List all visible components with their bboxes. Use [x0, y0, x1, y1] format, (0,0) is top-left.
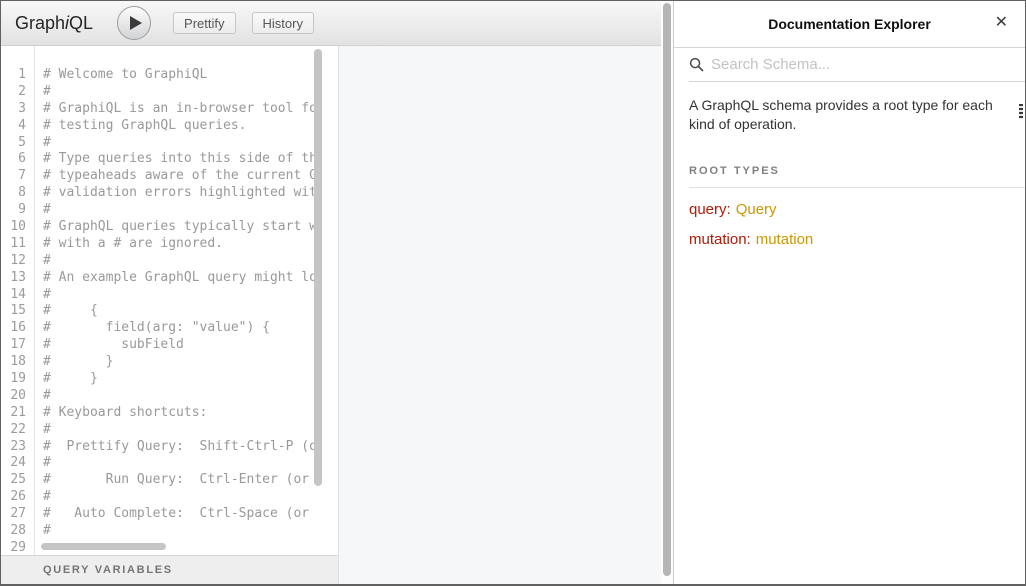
code-line[interactable]: # } — [43, 371, 338, 388]
code-line[interactable]: # — [43, 287, 338, 304]
line-number: 27 — [1, 506, 34, 523]
line-number: 25 — [1, 472, 34, 489]
editor-horizontal-scrollbar[interactable] — [41, 543, 166, 550]
graphiql-app: GraphiQL Prettify History 12345678910111… — [0, 0, 1026, 586]
line-number: 14 — [1, 287, 34, 304]
code-line[interactable]: # — [43, 523, 338, 540]
code-line[interactable]: # An example GraphQL query might lo — [43, 270, 338, 287]
line-number: 18 — [1, 354, 34, 371]
line-number: 17 — [1, 337, 34, 354]
logo-text: QL — [69, 13, 93, 33]
code-line[interactable]: # — [43, 202, 338, 219]
query-keyword-link[interactable]: query — [689, 201, 727, 218]
code-line[interactable]: # — [43, 388, 338, 405]
search-icon — [689, 57, 704, 72]
colon: : — [727, 201, 731, 218]
query-variables-label: QUERY VARIABLES — [43, 564, 173, 576]
code-line[interactable]: # testing GraphQL queries. — [43, 118, 338, 135]
doc-explorer-title: Documentation Explorer — [674, 16, 1025, 32]
line-number: 3 — [1, 101, 34, 118]
line-number: 16 — [1, 320, 34, 337]
code-line[interactable]: # Keyboard shortcuts: — [43, 405, 338, 422]
line-number: 7 — [1, 168, 34, 185]
line-number: 15 — [1, 303, 34, 320]
execute-query-button[interactable] — [117, 6, 151, 40]
prettify-button[interactable]: Prettify — [173, 12, 235, 34]
editor-vertical-scrollbar[interactable] — [314, 49, 322, 486]
code-line[interactable]: # GraphQL queries typically start w — [43, 219, 338, 236]
left-section: GraphiQL Prettify History 12345678910111… — [1, 1, 661, 584]
line-number: 22 — [1, 422, 34, 439]
code-line[interactable]: # Auto Complete: Ctrl-Space (or — [43, 506, 338, 523]
code-line[interactable]: # Prettify Query: Shift-Ctrl-P (o — [43, 439, 338, 456]
schema-description: A GraphQL schema provides a root type fo… — [689, 96, 1010, 134]
close-icon[interactable]: ✕ — [993, 13, 1010, 33]
code-line[interactable]: # typeaheads aware of the current G — [43, 168, 338, 185]
doc-scrollbar-thumb[interactable] — [1019, 104, 1023, 119]
query-variables-bar[interactable]: QUERY VARIABLES — [1, 555, 338, 584]
root-types-category-title: ROOT TYPES — [689, 155, 1025, 188]
code-line[interactable]: # Welcome to GraphiQL — [43, 67, 338, 84]
code-line[interactable]: # — [43, 84, 338, 101]
code-line[interactable]: # — [43, 422, 338, 439]
result-pane — [339, 46, 661, 584]
code-line[interactable]: # Type queries into this side of th — [43, 151, 338, 168]
line-number: 10 — [1, 219, 34, 236]
code-line[interactable]: # — [43, 489, 338, 506]
line-number: 4 — [1, 118, 34, 135]
line-number: 21 — [1, 405, 34, 422]
editor-area: 1234567891011121314151617181920212223242… — [1, 46, 661, 584]
line-number: 20 — [1, 388, 34, 405]
code-line[interactable]: # GraphiQL is an in-browser tool fo — [43, 101, 338, 118]
line-number: 11 — [1, 236, 34, 253]
line-number: 2 — [1, 84, 34, 101]
code-line[interactable]: # validation errors highlighted wit — [43, 185, 338, 202]
mutation-type-link[interactable]: mutation — [756, 231, 814, 248]
mutation-keyword-link[interactable]: mutation — [689, 231, 747, 248]
line-number: 13 — [1, 270, 34, 287]
code-line[interactable]: # } — [43, 354, 338, 371]
line-number-gutter: 1234567891011121314151617181920212223242… — [1, 46, 35, 555]
line-number: 1 — [1, 67, 34, 84]
app-logo: GraphiQL — [15, 13, 93, 34]
code-line[interactable]: # { — [43, 303, 338, 320]
history-button[interactable]: History — [252, 12, 314, 34]
doc-explorer-title-bar: Documentation Explorer ✕ — [674, 1, 1025, 48]
root-type-query: query: Query — [689, 201, 1010, 218]
code-line[interactable]: # — [43, 455, 338, 472]
code-line[interactable]: # Run Query: Ctrl-Enter (or — [43, 472, 338, 489]
doc-explorer-content: A GraphQL schema provides a root type fo… — [674, 82, 1025, 584]
code-line[interactable]: # with a # are ignored. — [43, 236, 338, 253]
query-editor-content[interactable]: # Welcome to GraphiQL## GraphiQL is an i… — [35, 46, 338, 555]
query-type-link[interactable]: Query — [736, 201, 777, 218]
root-type-mutation: mutation:mutation — [689, 231, 1010, 248]
line-number: 9 — [1, 202, 34, 219]
line-number: 12 — [1, 253, 34, 270]
code-line[interactable]: # subField — [43, 337, 338, 354]
line-number: 28 — [1, 523, 34, 540]
main-scrollbar-thumb[interactable] — [663, 3, 671, 576]
logo-text: Graph — [15, 13, 65, 33]
line-number: 5 — [1, 135, 34, 152]
line-number: 23 — [1, 439, 34, 456]
code-line[interactable]: # field(arg: "value") { — [43, 320, 338, 337]
line-number: 8 — [1, 185, 34, 202]
line-number: 29 — [1, 540, 34, 555]
line-number: 24 — [1, 455, 34, 472]
colon: : — [747, 231, 751, 248]
main-vertical-scrollbar[interactable] — [661, 1, 673, 584]
code-line[interactable]: # — [43, 253, 338, 270]
schema-search-row — [689, 48, 1025, 82]
search-schema-input[interactable] — [711, 56, 1025, 73]
line-number: 26 — [1, 489, 34, 506]
query-editor[interactable]: 1234567891011121314151617181920212223242… — [1, 46, 338, 555]
documentation-explorer: Documentation Explorer ✕ A GraphQL schem… — [673, 1, 1025, 584]
toolbar: GraphiQL Prettify History — [1, 1, 661, 46]
play-icon — [130, 16, 142, 30]
code-line[interactable]: # — [43, 135, 338, 152]
line-number: 6 — [1, 151, 34, 168]
line-number: 19 — [1, 371, 34, 388]
query-editor-pane: 1234567891011121314151617181920212223242… — [1, 46, 339, 584]
